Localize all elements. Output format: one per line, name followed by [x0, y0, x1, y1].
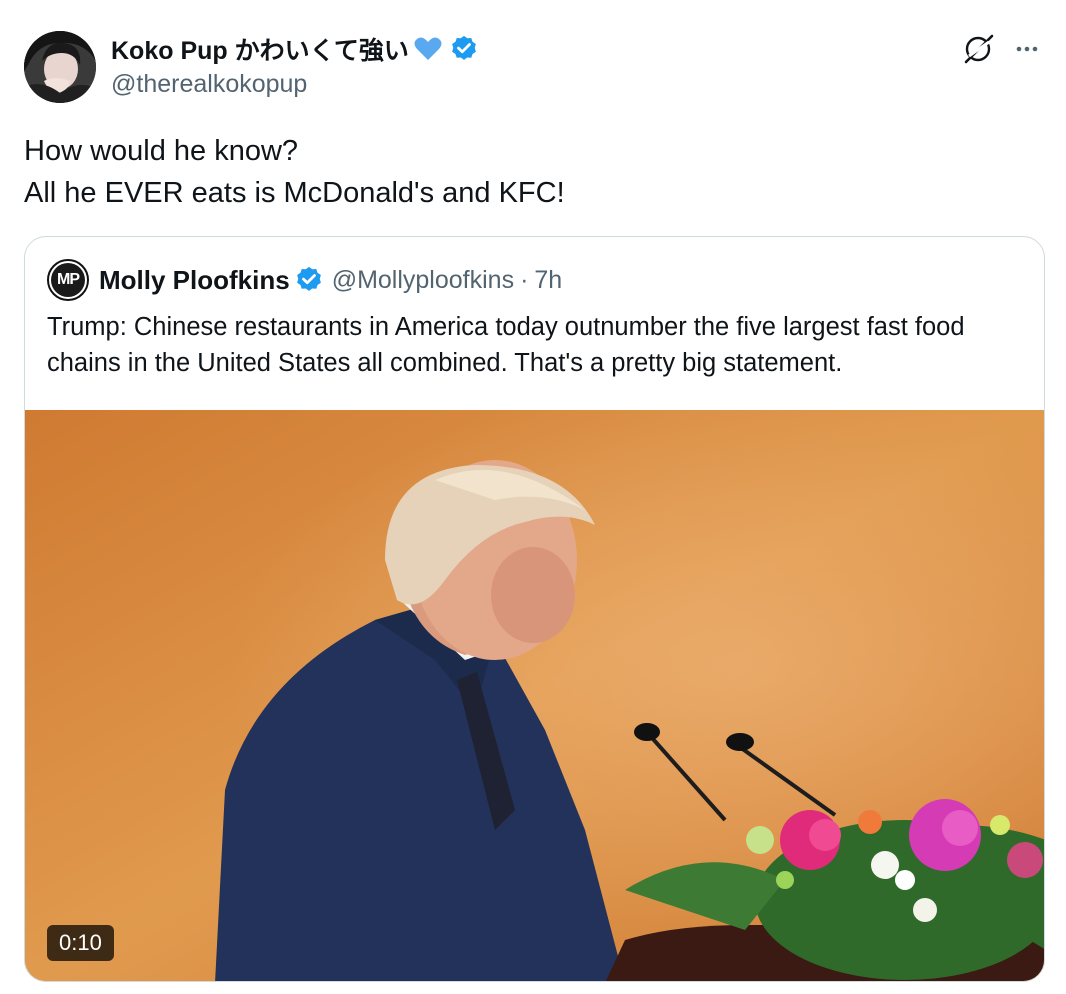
quoted-separator: · — [520, 265, 529, 294]
author-handle[interactable]: @therealkokopup — [111, 70, 307, 99]
quoted-author-handle[interactable]: @Mollyploofkins — [332, 266, 514, 295]
verified-badge-icon — [449, 34, 479, 64]
blue-heart-icon — [413, 34, 443, 64]
tweet-text: How would he know? All he EVER eats is M… — [24, 130, 1044, 214]
quoted-tweet-header: MP Molly Ploofkins @Mollyploofkins · 7h — [47, 259, 562, 301]
author-avatar[interactable] — [24, 31, 96, 103]
tweet: Koko Pup かわいくて強い @therealkokopup How wou… — [0, 0, 1066, 994]
author-name-row[interactable]: Koko Pup かわいくて強い — [111, 32, 479, 66]
quoted-author-avatar[interactable]: MP — [47, 259, 89, 301]
quoted-verified-badge-icon — [294, 265, 324, 295]
quoted-tweet-text: Trump: Chinese restaurants in America to… — [47, 313, 965, 377]
quoted-video-player[interactable]: 0:10 — [25, 410, 1044, 981]
author-display-name[interactable]: Koko Pup かわいくて強い — [111, 31, 409, 67]
grok-icon[interactable] — [962, 32, 996, 66]
tweet-text-line-2: All he EVER eats is McDonald's and KFC! — [24, 177, 565, 209]
more-options-icon[interactable] — [1010, 32, 1044, 66]
video-frame-image — [25, 410, 1044, 981]
quoted-timestamp[interactable]: 7h — [534, 266, 562, 295]
video-duration-badge: 0:10 — [47, 925, 114, 961]
quoted-avatar-initials: MP — [51, 263, 85, 297]
quoted-author-name[interactable]: Molly Ploofkins — [99, 265, 290, 296]
quoted-tweet-card[interactable]: MP Molly Ploofkins @Mollyploofkins · 7h … — [24, 236, 1045, 982]
tweet-text-line-1: How would he know? — [24, 135, 299, 167]
